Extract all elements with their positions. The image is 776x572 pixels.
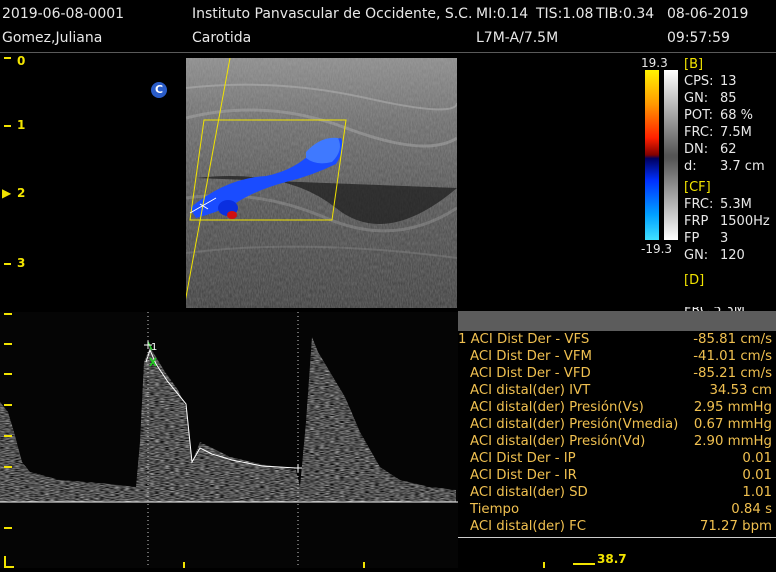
- caliper-label: 1: [151, 342, 158, 353]
- measurement-row[interactable]: 1 ACI Dist Der - VFS -85.81 cm/s: [458, 331, 776, 348]
- b-mode-param: POT: 68 %: [684, 108, 754, 123]
- depth-label-2: 2: [17, 186, 26, 200]
- measurement-panel-header: [458, 311, 776, 331]
- thermal-index-bone: TIB:0.34: [596, 6, 655, 22]
- measurement-row[interactable]: ACI distal(der) Presión(Vmedia) 0.67 mmHg: [458, 416, 776, 433]
- b-mode-section-title: [B]: [684, 57, 704, 72]
- doppler-section-title: [D]: [684, 273, 705, 288]
- color-flow-param: FRP 1500Hz: [684, 214, 770, 229]
- depth-tick: [4, 125, 11, 127]
- measurement-row[interactable]: ACI distal(der) FC 71.27 bpm: [458, 518, 776, 535]
- spectral-doppler-trace[interactable]: [0, 312, 458, 568]
- color-flow-param: GN: 120: [684, 248, 745, 263]
- b-mode-param: DN: 62: [684, 142, 737, 157]
- institution-name: Instituto Panvascular de Occidente, S.C.: [192, 6, 473, 22]
- b-mode-image[interactable]: [183, 57, 458, 309]
- measurement-row[interactable]: ACI Dist Der - IP 0.01: [458, 450, 776, 467]
- transducer-label: L7M-A/7.5M: [476, 30, 559, 46]
- color-flow-param: FRC: 5.3M: [684, 197, 752, 212]
- b-mode-param: d: 3.7 cm: [684, 159, 765, 174]
- measurement-row[interactable]: ACI distal(der) Presión(Vs) 2.95 mmHg: [458, 399, 776, 416]
- measurement-row[interactable]: ACI distal(der) SD 1.01: [458, 484, 776, 501]
- b-mode-settings: [B] CPS: 13 GN: 85 POT: 68 % FRC: 7.5M DN: 62…: [684, 56, 770, 289]
- color-flow-param: FP 3: [684, 231, 729, 246]
- measurement-row[interactable]: Tiempo 0.84 s: [458, 501, 776, 518]
- color-velocity-bar: [645, 70, 659, 240]
- depth-label-3: 3: [17, 256, 26, 270]
- grayscale-bar: [664, 70, 678, 240]
- exam-time: 09:57:59: [667, 30, 730, 46]
- b-mode-param: GN: 85: [684, 91, 737, 106]
- sweep-scale-bar: [573, 563, 595, 565]
- measurement-row[interactable]: ACI distal(der) Presión(Vd) 2.90 mmHg: [458, 433, 776, 450]
- exam-date: 08-06-2019: [667, 6, 749, 22]
- measurement-row[interactable]: ACI Dist Der - VFM -41.01 cm/s: [458, 348, 776, 365]
- b-mode-param: CPS: 13: [684, 74, 737, 89]
- header-divider: [0, 52, 776, 53]
- mechanical-index: MI:0.14: [476, 6, 529, 22]
- color-flow-section-title: [CF]: [684, 180, 711, 195]
- focus-marker-icon[interactable]: ▶: [2, 186, 11, 200]
- thermal-index-soft: TIS:1.08: [536, 6, 594, 22]
- patient-name: Gomez,Juliana: [2, 30, 103, 46]
- measurement-list: 1 ACI Dist Der - VFS -85.81 cm/s ACI Dist…: [458, 331, 776, 535]
- depth-tick: [4, 57, 11, 59]
- color-scale-min: -19.3: [641, 242, 673, 256]
- measurement-row[interactable]: ACI Dist Der - IR 0.01: [458, 467, 776, 484]
- patient-id: 2019-06-08-0001: [2, 6, 125, 22]
- measurement-panel-divider: [458, 537, 776, 538]
- measurement-row[interactable]: ACI Dist Der - VFD -85.21 cm/s: [458, 365, 776, 382]
- sweep-time-label: 38.7: [597, 552, 627, 566]
- ultrasound-image-graphic: [183, 57, 458, 309]
- measurement-row[interactable]: ACI distal(der) IVT 34.53 cm: [458, 382, 776, 399]
- spectral-waveform-graphic: [0, 312, 458, 568]
- depth-tick: [4, 263, 11, 265]
- color-mode-badge-icon[interactable]: C: [151, 82, 167, 98]
- exam-type: Carotida: [192, 30, 252, 46]
- color-scale-max: 19.3: [641, 56, 668, 70]
- time-tick: [543, 562, 545, 568]
- b-mode-param: FRC: 7.5M: [684, 125, 752, 140]
- depth-label-1: 1: [17, 118, 26, 132]
- depth-label-0: 0: [17, 54, 26, 68]
